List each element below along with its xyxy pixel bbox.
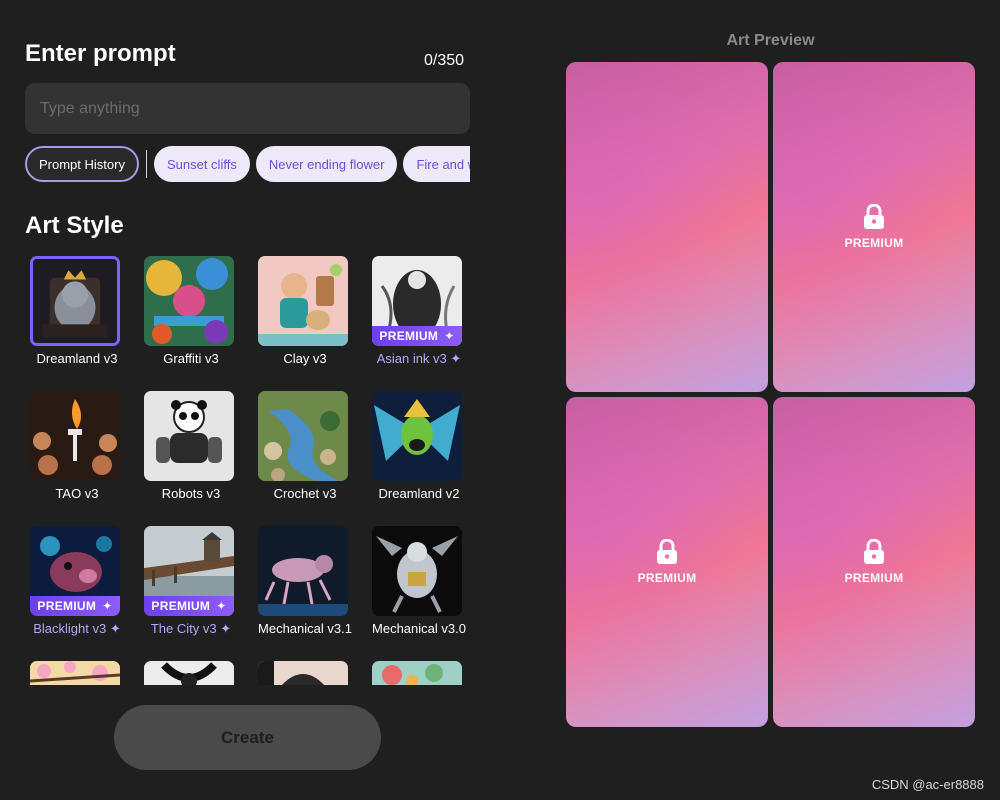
premium-label: PREMIUM	[637, 571, 697, 585]
prompt-input[interactable]	[25, 83, 470, 134]
create-button[interactable]: Create	[114, 705, 381, 770]
art-style-title: Art Style	[25, 212, 124, 239]
style-thumbnail	[144, 661, 234, 685]
style-thumbnail	[258, 661, 348, 685]
lock-icon	[864, 539, 884, 564]
lock-overlay: PREMIUM	[773, 62, 975, 392]
style-tile-dreamland-v2[interactable]: Dreamland v2	[367, 388, 477, 513]
style-thumbnail	[372, 391, 462, 481]
style-thumbnail	[144, 391, 234, 481]
style-tile-clay-v3[interactable]: Clay v3	[253, 253, 363, 378]
sparkle-icon: ✦	[216, 599, 227, 613]
style-label: Clay v3	[283, 351, 327, 366]
sparkle-icon: ✦	[444, 329, 455, 343]
style-thumbnail	[372, 661, 462, 685]
style-thumbnail	[258, 256, 348, 346]
style-tile-asian-ink-v3[interactable]: PREMIUM ✦ Asian ink v3 ✦	[367, 253, 477, 378]
style-thumbnail	[30, 256, 120, 346]
style-tile-dreamland-v3[interactable]: Dreamland v3	[25, 253, 135, 378]
style-thumbnail: PREMIUM ✦	[30, 526, 120, 616]
sparkle-icon: ✦	[102, 599, 113, 613]
style-tile-portrait[interactable]	[253, 658, 363, 685]
sparkle-icon: ✦	[109, 621, 121, 636]
art-preview-title: Art Preview	[726, 32, 815, 49]
style-label: Mechanical v3.0	[372, 621, 466, 636]
prompt-panel: Enter prompt 0/350 Prompt History Sunset…	[0, 0, 495, 800]
style-thumbnail	[30, 661, 120, 685]
prompt-title: Enter prompt	[25, 40, 176, 67]
style-tile-tattoo[interactable]	[139, 658, 249, 685]
style-tile-graffiti-v3[interactable]: Graffiti v3	[139, 253, 249, 378]
art-style-grid: Dreamland v3 Graffiti v3 Clay v3 PREMIUM…	[25, 253, 485, 685]
watermark: CSDN @ac-er8888	[871, 777, 984, 792]
style-tile-tao-v3[interactable]: TAO v3	[25, 388, 135, 513]
lock-icon	[864, 204, 884, 229]
character-counter: 0/350	[424, 52, 465, 69]
lock-overlay: PREMIUM	[566, 397, 768, 727]
style-tile-the-city-v3[interactable]: PREMIUM ✦ The City v3 ✦	[139, 523, 249, 648]
preview-card[interactable]	[566, 62, 768, 392]
chip-divider	[145, 150, 147, 178]
style-thumbnail	[30, 391, 120, 481]
style-label: Dreamland v3	[36, 351, 118, 366]
suggestion-chip[interactable]: Sunset cliffs	[153, 146, 250, 182]
prompt-history-button[interactable]: Prompt History	[25, 146, 139, 182]
premium-badge: PREMIUM ✦	[372, 326, 462, 346]
style-label: Mechanical v3.1	[258, 621, 352, 636]
style-label: Blacklight v3 ✦	[33, 621, 121, 636]
premium-label: PREMIUM	[844, 571, 904, 585]
style-label: Graffiti v3	[163, 351, 219, 366]
style-tile-blacklight-v3[interactable]: PREMIUM ✦ Blacklight v3 ✦	[25, 523, 135, 648]
premium-label: PREMIUM	[844, 236, 904, 250]
lock-overlay: PREMIUM	[773, 397, 975, 727]
style-thumbnail	[258, 391, 348, 481]
style-tile-mechanical-v3-1[interactable]: Mechanical v3.1	[253, 523, 363, 648]
style-label: Asian ink v3 ✦	[376, 351, 462, 366]
premium-badge: PREMIUM ✦	[144, 596, 234, 616]
style-tile-mechanical-v3-0[interactable]: Mechanical v3.0	[367, 523, 477, 648]
preview-card-locked[interactable]: PREMIUM	[773, 62, 975, 392]
style-thumbnail	[144, 256, 234, 346]
prompt-chips: Prompt History Sunset cliffs Never endin…	[25, 145, 470, 183]
lock-icon	[657, 539, 677, 564]
style-tile-cherry-blossom[interactable]	[25, 658, 135, 685]
style-tile-robots-v3[interactable]: Robots v3	[139, 388, 249, 513]
style-label: Crochet v3	[273, 486, 337, 501]
suggestion-chip[interactable]: Fire and water	[403, 146, 470, 182]
style-label: Dreamland v2	[378, 486, 460, 501]
premium-badge: PREMIUM ✦	[30, 596, 120, 616]
preview-card-locked[interactable]: PREMIUM	[773, 397, 975, 727]
style-label: The City v3 ✦	[150, 621, 232, 636]
style-label: TAO v3	[55, 486, 99, 501]
style-thumbnail: PREMIUM ✦	[144, 526, 234, 616]
sparkle-icon: ✦	[450, 351, 462, 366]
style-label: Robots v3	[161, 486, 221, 501]
style-thumbnail	[258, 526, 348, 616]
preview-card-locked[interactable]: PREMIUM	[566, 397, 768, 727]
sparkle-icon: ✦	[220, 621, 232, 636]
style-thumbnail	[372, 526, 462, 616]
style-tile-crochet-v3[interactable]: Crochet v3	[253, 388, 363, 513]
style-thumbnail: PREMIUM ✦	[372, 256, 462, 346]
style-tile-watercolor[interactable]	[367, 658, 477, 685]
suggestion-chip[interactable]: Never ending flower	[255, 146, 398, 182]
